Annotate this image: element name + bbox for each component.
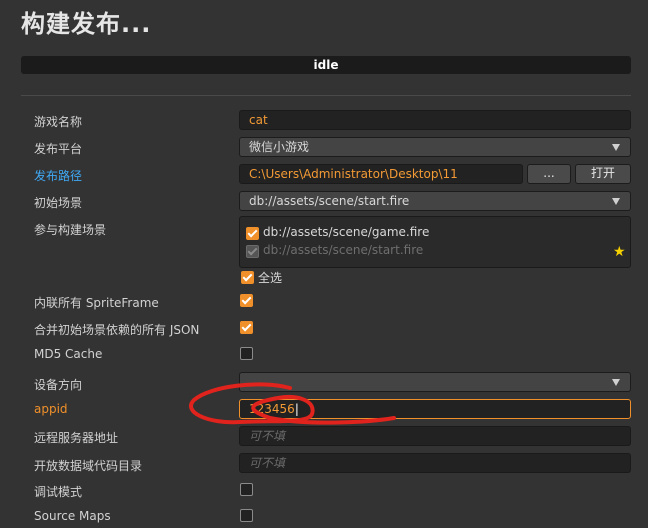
build-path-label[interactable]: 发布路径 xyxy=(34,167,82,184)
open-data-dir-label: 开放数据域代码目录 xyxy=(34,459,143,473)
browse-button[interactable]: ... xyxy=(527,164,571,184)
md5-cache-checkbox[interactable] xyxy=(240,347,253,360)
chevron-down-icon xyxy=(612,198,620,205)
orientation-label: 设备方向 xyxy=(34,378,83,392)
game-name-label: 游戏名称 xyxy=(34,115,83,129)
appid-label: appid xyxy=(34,402,68,416)
scene-item-start: db://assets/scene/start.fire xyxy=(263,243,424,257)
window-title: 构建发布... xyxy=(21,10,152,38)
start-scene-select[interactable]: db://assets/scene/start.fire xyxy=(239,191,631,211)
source-maps-checkbox[interactable] xyxy=(240,509,253,522)
inline-spriteframes-label: 内联所有 SpriteFrame xyxy=(34,296,159,310)
star-icon: ★ xyxy=(613,244,626,260)
included-scenes-label: 参与构建场景 xyxy=(34,223,107,237)
scene-item-game: db://assets/scene/game.fire xyxy=(263,225,430,239)
chevron-down-icon xyxy=(612,379,620,386)
chevron-down-icon xyxy=(612,144,620,151)
scene-checkbox-game[interactable] xyxy=(246,227,259,240)
build-path-input[interactable]: C:\Users\Administrator\Desktop\11 xyxy=(239,164,523,184)
game-name-input[interactable]: cat xyxy=(239,110,631,130)
divider xyxy=(21,95,631,96)
merge-json-label: 合并初始场景依赖的所有 JSON xyxy=(34,323,200,337)
select-all-label: 全选 xyxy=(258,271,283,285)
select-all-checkbox[interactable] xyxy=(241,271,254,284)
red-annotation-circle xyxy=(189,382,396,425)
inline-spriteframes-checkbox[interactable] xyxy=(240,294,253,307)
platform-label: 发布平台 xyxy=(34,142,83,156)
start-scene-value: db://assets/scene/start.fire xyxy=(249,194,410,208)
debug-mode-checkbox[interactable] xyxy=(240,483,253,496)
source-maps-label: Source Maps xyxy=(34,509,111,523)
start-scene-label: 初始场景 xyxy=(34,196,83,210)
debug-mode-label: 调试模式 xyxy=(34,485,83,499)
platform-value: 微信小游戏 xyxy=(249,140,310,154)
merge-json-checkbox[interactable] xyxy=(240,321,253,334)
scene-checkbox-start xyxy=(246,245,259,258)
platform-select[interactable]: 微信小游戏 xyxy=(239,137,631,157)
open-folder-button[interactable]: 打开 xyxy=(575,164,631,184)
md5-cache-label: MD5 Cache xyxy=(34,347,103,361)
build-status-bar: idle xyxy=(21,56,631,74)
scene-list: db://assets/scene/game.fire db://assets/… xyxy=(239,216,631,268)
remote-server-label: 远程服务器地址 xyxy=(34,431,119,445)
open-data-dir-input[interactable]: 可不填 xyxy=(239,453,631,473)
